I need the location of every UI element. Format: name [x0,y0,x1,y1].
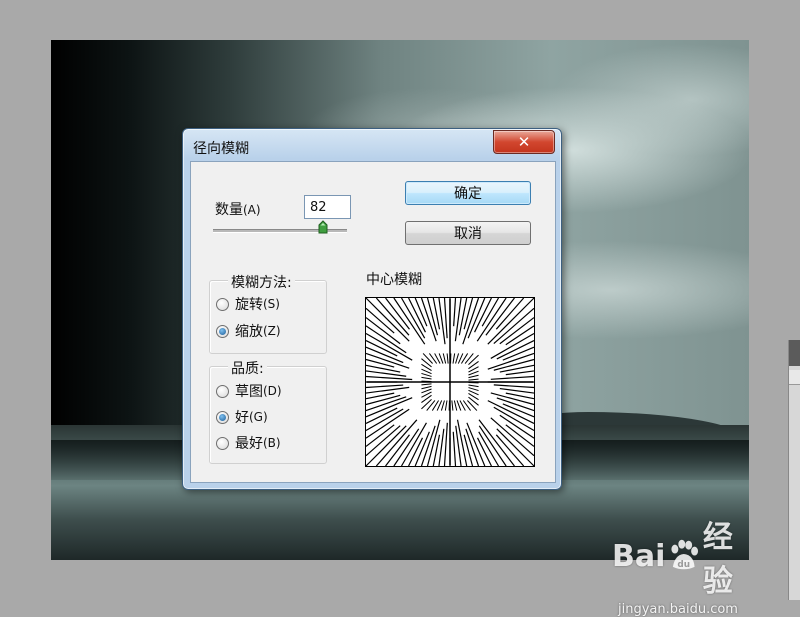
side-panel-edge [788,340,800,600]
method-zoom-shortcut: (Z) [263,324,281,338]
baidu-jingyan-watermark: Bai du 经验 jingyan.baidu.com [612,512,762,582]
quality-good-shortcut: (G) [249,410,268,424]
radial-blur-dialog: 径向模糊 ✕ 数量(A) 确定 取消 模糊方法: 旋转(S) 缩放(Z) [182,128,562,490]
blur-center-label: 中心模糊 [366,269,422,289]
method-spin-radio[interactable] [216,298,229,311]
quality-draft-shortcut: (D) [263,384,282,398]
paw-text: du [678,560,691,570]
close-button[interactable]: ✕ [493,130,555,154]
method-zoom-option[interactable]: 缩放(Z) [216,321,281,341]
watermark-brand-left: Bai [612,539,665,574]
close-icon: ✕ [518,133,531,151]
watermark-logo: Bai du 经验 [612,512,762,600]
radial-blur-rays [366,298,534,466]
dialog-title: 径向模糊 [193,138,249,158]
quality-good-label: 好 [235,407,249,427]
quality-best-radio[interactable] [216,437,229,450]
quality-draft-label: 草图 [235,381,263,401]
method-zoom-label: 缩放 [235,321,263,341]
quality-good-radio[interactable] [216,411,229,424]
quality-best-shortcut: (B) [263,436,281,450]
quality-best-label: 最好 [235,433,263,453]
amount-input[interactable] [304,195,351,219]
panel-header [789,340,800,366]
amount-shortcut: (A) [243,203,261,217]
amount-slider-thumb[interactable] [318,220,328,234]
quality-draft-radio[interactable] [216,385,229,398]
method-spin-option[interactable]: 旋转(S) [216,294,280,314]
quality-title: 品质: [228,358,267,378]
ok-button[interactable]: 确定 [405,181,531,205]
amount-label: 数量(A) [215,199,261,219]
dialog-titlebar[interactable]: 径向模糊 ✕ [183,129,561,161]
blur-method-title: 模糊方法: [228,272,295,292]
quality-group: 品质: 草图(D) 好(G) 最好(B) [209,366,327,464]
quality-draft-option[interactable]: 草图(D) [216,381,282,401]
blur-method-group: 模糊方法: 旋转(S) 缩放(Z) [209,280,327,354]
watermark-site: jingyan.baidu.com [618,602,762,617]
watermark-brand-right: 经验 [703,512,762,600]
quality-best-option[interactable]: 最好(B) [216,433,281,453]
quality-good-option[interactable]: 好(G) [216,407,268,427]
paw-icon: du [667,539,700,573]
method-spin-shortcut: (S) [263,297,280,311]
amount-label-text: 数量 [215,202,243,218]
method-spin-label: 旋转 [235,294,263,314]
method-zoom-radio[interactable] [216,325,229,338]
blur-center-preview[interactable] [365,297,535,467]
cancel-button[interactable]: 取消 [405,221,531,245]
panel-toolbar [789,370,800,385]
